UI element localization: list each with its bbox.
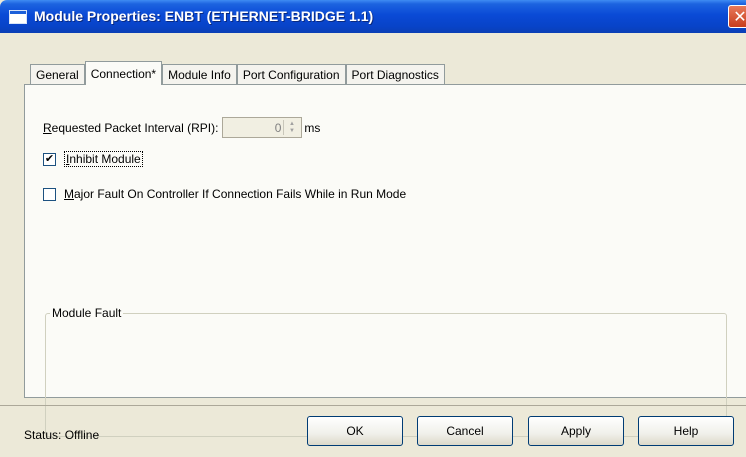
tab-label: Port Diagnostics (351, 68, 439, 82)
window-title: Module Properties: ENBT (ETHERNET-BRIDGE… (34, 8, 374, 24)
status-text: Status: Offline (24, 428, 100, 442)
apply-button[interactable]: Apply (528, 416, 624, 446)
major-fault-label[interactable]: Major Fault On Controller If Connection … (64, 187, 406, 201)
cancel-button[interactable]: Cancel (417, 416, 513, 446)
help-button[interactable]: Help (638, 416, 734, 446)
dialog-body: General Connection* Module Info Port Con… (0, 33, 746, 457)
spin-up-icon[interactable]: ▲ (284, 120, 299, 127)
help-label: Help (673, 424, 699, 438)
major-fault-row: Major Fault On Controller If Connection … (43, 187, 406, 201)
rpi-unit: ms (304, 120, 321, 135)
cancel-label: Cancel (446, 424, 484, 438)
title-bar: Module Properties: ENBT (ETHERNET-BRIDGE… (0, 0, 746, 33)
inhibit-label-text: nhibit Module (69, 152, 141, 166)
window-icon (9, 10, 27, 24)
rpi-input[interactable]: 0 ▲ ▼ (222, 117, 303, 138)
rpi-label: Requested Packet Interval (RPI): (43, 121, 218, 135)
tab-connection[interactable]: Connection* (84, 61, 163, 85)
close-icon: ✕ (733, 8, 746, 26)
spin-down-icon[interactable]: ▼ (284, 127, 299, 134)
rpi-value: 0 (274, 120, 282, 135)
rpi-spinner[interactable]: ▲ ▼ (283, 120, 299, 135)
rpi-label-mnemonic: R (43, 120, 52, 135)
tab-label: General (36, 68, 79, 82)
tab-label: Module Info (168, 68, 231, 82)
tab-port-diagnostics[interactable]: Port Diagnostics (345, 64, 445, 85)
connection-tab-panel: Requested Packet Interval (RPI): 0 ▲ ▼ m… (24, 84, 746, 437)
major-fault-checkbox[interactable] (43, 187, 56, 201)
ok-button[interactable]: OK (307, 416, 403, 446)
major-fault-mnemonic: M (64, 187, 74, 201)
rpi-row: Requested Packet Interval (RPI): 0 ▲ ▼ m… (43, 117, 320, 138)
status-divider (0, 405, 746, 406)
tab-strip: General Connection* Module Info Port Con… (30, 61, 445, 85)
tab-label: Port Configuration (242, 68, 340, 82)
inhibit-module-checkbox[interactable]: ✔ (43, 152, 56, 166)
tab-general[interactable]: General (30, 64, 85, 85)
inhibit-row: ✔ Inhibit Module (43, 151, 143, 167)
tab-module-info[interactable]: Module Info (162, 64, 237, 85)
tab-label: Connection* (90, 66, 157, 81)
ok-label: OK (346, 424, 364, 438)
rpi-label-text: equested Packet Interval (RPI): (51, 120, 219, 135)
module-fault-label: Module Fault (50, 306, 124, 320)
apply-label: Apply (560, 424, 592, 438)
major-fault-label-text: ajor Fault On Controller If Connection F… (74, 187, 407, 201)
tab-port-configuration[interactable]: Port Configuration (236, 64, 346, 85)
inhibit-module-label[interactable]: Inhibit Module (64, 151, 143, 167)
close-button[interactable]: ✕ (728, 5, 746, 28)
